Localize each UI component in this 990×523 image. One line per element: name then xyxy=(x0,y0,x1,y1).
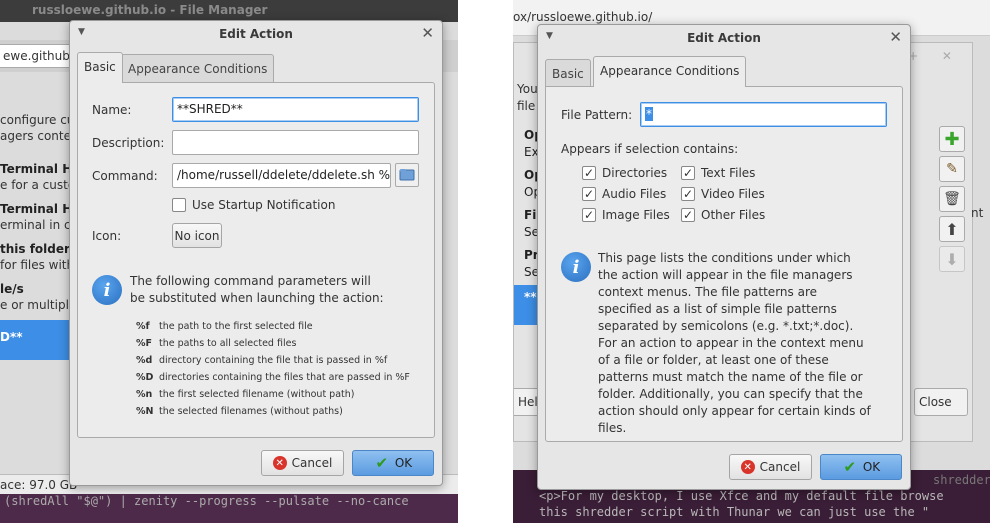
info-icon: i xyxy=(92,275,122,305)
file-pattern-input[interactable]: * xyxy=(640,102,887,127)
move-down-button[interactable]: ⬇ xyxy=(939,246,965,272)
other-files-checkbox[interactable]: ✓ Other Files xyxy=(681,208,765,222)
checkbox-checked[interactable]: ✓ xyxy=(681,166,695,180)
editor-background: (shredAll "$@") | zenity --progress --pu… xyxy=(0,494,458,523)
video-files-checkbox[interactable]: ✓ Video Files xyxy=(681,187,765,201)
text-files-checkbox[interactable]: ✓ Text Files xyxy=(681,166,755,180)
folder-icon xyxy=(399,169,415,181)
appears-if-label: Appears if selection contains: xyxy=(561,142,739,156)
name-input[interactable]: **SHRED** xyxy=(172,97,419,122)
tab-appearance-conditions[interactable]: Appearance Conditions xyxy=(121,54,275,82)
checkbox-checked[interactable]: ✓ xyxy=(582,166,596,180)
checkbox-checked[interactable]: ✓ xyxy=(681,187,695,201)
checkmark-icon: ✔ xyxy=(375,454,389,472)
browse-button[interactable] xyxy=(395,163,419,187)
list-item[interactable]: le/s e or multipl xyxy=(0,280,70,320)
appearance-tab-panel: File Pattern: * Appears if selection con… xyxy=(545,86,903,442)
description-input[interactable] xyxy=(172,130,419,155)
add-button[interactable]: ✚ xyxy=(939,126,965,152)
location-text: ox/russloewe.github.io/ xyxy=(513,10,653,24)
cancel-icon: ✕ xyxy=(272,456,287,470)
editor-line: (shredAll "$@") | zenity --progress --pu… xyxy=(4,494,409,508)
cancel-button[interactable]: ✕ Cancel xyxy=(729,454,812,480)
tab-basic[interactable]: Basic xyxy=(545,59,591,87)
startup-notification-label: Use Startup Notification xyxy=(192,198,336,212)
startup-notification-checkbox[interactable]: Use Startup Notification xyxy=(172,198,335,212)
editor-tab-name: shredder.s xyxy=(933,473,990,487)
edit-button[interactable]: ✎ xyxy=(939,156,965,182)
ok-button[interactable]: ✔ OK xyxy=(820,454,902,480)
checkbox-checked[interactable]: ✓ xyxy=(582,187,596,201)
arrow-up-icon: ⬆ xyxy=(945,219,959,239)
editor-line: <p>For my desktop, I use Xfce and my def… xyxy=(539,489,944,503)
audio-files-checkbox[interactable]: ✓ Audio Files xyxy=(582,187,666,201)
info-icon: i xyxy=(561,252,591,282)
list-item[interactable]: Terminal He erminal in co xyxy=(0,200,70,240)
arrow-down-icon: ⬇ xyxy=(945,249,959,269)
conditions-info-text: This page lists the conditions under whi… xyxy=(598,251,871,435)
checkbox-checked[interactable]: ✓ xyxy=(681,208,695,222)
icon-button[interactable]: No icon xyxy=(172,223,222,248)
image-files-checkbox[interactable]: ✓ Image Files xyxy=(582,208,670,222)
directories-checkbox[interactable]: ✓ Directories xyxy=(582,166,667,180)
file-manager-titlebar: russloewe.github.io - File Manager xyxy=(0,0,458,22)
name-label: Name: xyxy=(92,103,132,117)
tab-appearance-conditions[interactable]: Appearance Conditions xyxy=(593,56,747,87)
trash-icon: 🗑 xyxy=(943,191,961,207)
plus-icon: ✚ xyxy=(944,128,960,150)
checkmark-icon: ✔ xyxy=(843,458,857,476)
action-toolbar: ✚ ✎ 🗑 ⬆ ⬇ xyxy=(939,126,967,276)
editor-line: this shredder script with Thunar we can … xyxy=(539,505,930,519)
file-pattern-value: * xyxy=(645,107,653,121)
command-input[interactable]: /home/russell/ddelete/ddelete.sh %F xyxy=(172,163,391,188)
edit-action-dialog-basic: ▼ Edit Action ✕ Basic Appearance Conditi… xyxy=(69,20,443,486)
free-space-text: ace: 97.0 GB xyxy=(0,478,78,492)
right-screenshot: ox/russloewe.github.io/ + ✕ You file Op … xyxy=(513,0,990,523)
pencil-icon: ✎ xyxy=(946,161,958,177)
dialog-title: Edit Action xyxy=(687,31,761,45)
list-item[interactable]: Terminal He e for a custo xyxy=(0,160,70,200)
partial-text: nt xyxy=(971,206,984,220)
move-up-button[interactable]: ⬆ xyxy=(939,216,965,242)
description-label: Description: xyxy=(92,136,165,150)
list-item-selected[interactable]: D** xyxy=(0,320,70,360)
window-controls: + ✕ xyxy=(908,49,962,63)
close-button[interactable]: Close xyxy=(914,388,968,416)
file-pattern-label: File Pattern: xyxy=(561,108,633,122)
cancel-button[interactable]: ✕ Cancel xyxy=(261,450,344,476)
file-manager-title: russloewe.github.io - File Manager xyxy=(32,3,268,17)
close-icon[interactable]: ✕ xyxy=(889,28,902,46)
command-label: Command: xyxy=(92,169,158,183)
ok-button[interactable]: ✔ OK xyxy=(352,450,434,476)
tab-basic[interactable]: Basic xyxy=(77,52,123,83)
checkbox-checked[interactable]: ✓ xyxy=(582,208,596,222)
dialog-title: Edit Action xyxy=(219,27,293,41)
checkbox-box[interactable] xyxy=(172,198,186,212)
icon-label: Icon: xyxy=(92,229,122,243)
basic-tab-panel: Name: **SHRED** Description: Command: /h… xyxy=(77,82,435,438)
left-screenshot: russloewe.github.io - File Manager ewe.g… xyxy=(0,0,458,523)
list-item[interactable]: this folder for files with xyxy=(0,240,70,280)
edit-action-dialog-appearance: ▼ Edit Action ✕ Basic Appearance Conditi… xyxy=(537,24,911,490)
parameters-info-text: The following command parameters will be… xyxy=(130,274,384,305)
close-icon[interactable]: ✕ xyxy=(421,24,434,42)
custom-actions-intro: You file xyxy=(517,82,538,113)
cancel-icon: ✕ xyxy=(740,460,755,474)
custom-actions-list: Terminal He e for a custo Terminal He er… xyxy=(0,112,70,412)
delete-button[interactable]: 🗑 xyxy=(939,186,965,212)
